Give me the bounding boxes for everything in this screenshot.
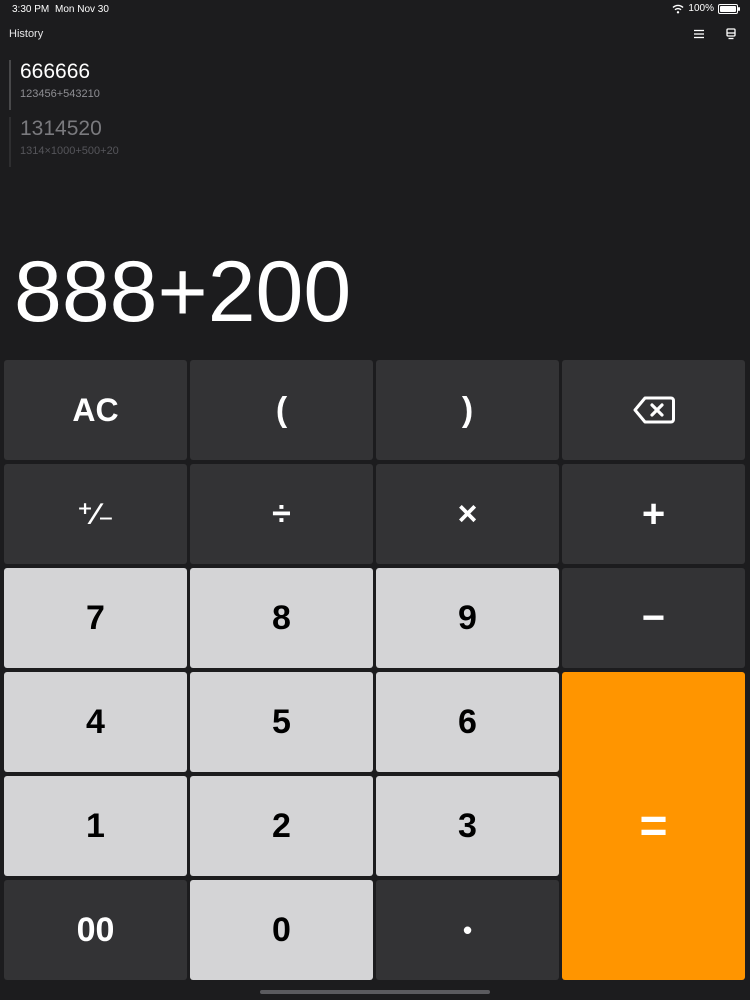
digit-3-button[interactable]: 3 (376, 776, 559, 876)
status-bar: 3:30 PM Mon Nov 30 100% (0, 0, 750, 20)
double-zero-button[interactable]: 00 (4, 880, 187, 980)
backspace-icon (633, 396, 675, 424)
keypad: AC ( ) ⁺∕₋ ÷ × + 7 8 9 − 4 5 6 = 1 2 3 0… (4, 360, 746, 982)
panel-icon[interactable] (724, 27, 738, 41)
clear-button[interactable]: AC (4, 360, 187, 460)
status-date: Mon Nov 30 (55, 4, 109, 15)
digit-7-button[interactable]: 7 (4, 568, 187, 668)
backspace-button[interactable] (562, 360, 745, 460)
digit-2-button[interactable]: 2 (190, 776, 373, 876)
digit-6-button[interactable]: 6 (376, 672, 559, 772)
top-bar: History (0, 24, 750, 46)
digit-4-button[interactable]: 4 (4, 672, 187, 772)
battery-percent: 100% (688, 3, 714, 14)
history-result: 1314520 (20, 117, 102, 140)
equals-button[interactable]: = (562, 672, 745, 980)
home-indicator[interactable] (260, 990, 490, 994)
status-time: 3:30 PM (12, 4, 50, 15)
history-item[interactable]: 666666 123456+543210 (9, 60, 409, 110)
history-expression: 123456+543210 (20, 88, 100, 100)
open-paren-button[interactable]: ( (190, 360, 373, 460)
header-icons (692, 27, 738, 41)
digit-0-button[interactable]: 0 (190, 880, 373, 980)
digit-5-button[interactable]: 5 (190, 672, 373, 772)
history-item[interactable]: 1314520 1314×1000+500+20 (9, 117, 409, 167)
decimal-button[interactable]: • (376, 880, 559, 980)
battery-icon (718, 3, 740, 14)
history-list: 666666 123456+543210 1314520 1314×1000+5… (9, 60, 409, 174)
digit-8-button[interactable]: 8 (190, 568, 373, 668)
close-paren-button[interactable]: ) (376, 360, 559, 460)
multiply-button[interactable]: × (376, 464, 559, 564)
list-icon[interactable] (692, 27, 706, 41)
history-result: 666666 (20, 60, 91, 83)
status-right: 100% (672, 3, 740, 14)
digit-9-button[interactable]: 9 (376, 568, 559, 668)
add-button[interactable]: + (562, 464, 745, 564)
divide-button[interactable]: ÷ (190, 464, 373, 564)
history-title: History (9, 28, 44, 40)
plus-minus-button[interactable]: ⁺∕₋ (4, 464, 187, 564)
digit-1-button[interactable]: 1 (4, 776, 187, 876)
history-expression: 1314×1000+500+20 (20, 145, 119, 157)
expression-display: 888+200 (14, 244, 352, 340)
subtract-button[interactable]: − (562, 568, 745, 668)
wifi-icon (672, 4, 684, 13)
